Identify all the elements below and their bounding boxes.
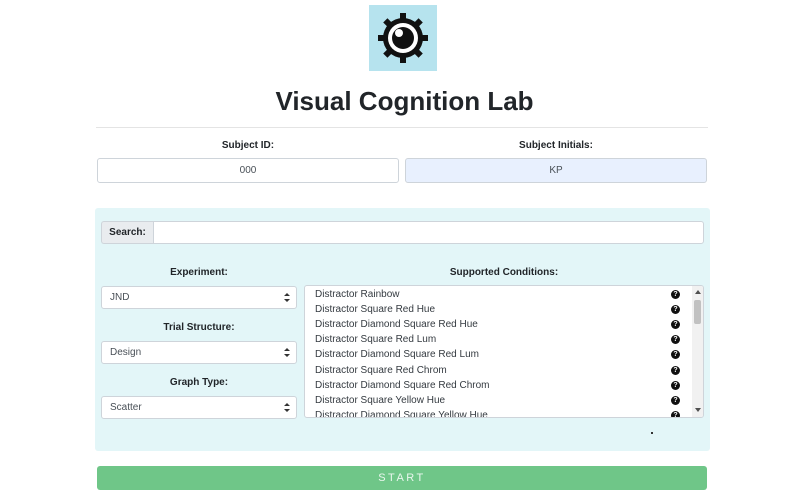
condition-item[interactable]: Distractor Diamond Square Yellow Hue xyxy=(315,410,488,417)
graph-type-label: Graph Type: xyxy=(169,377,229,388)
help-icon[interactable]: ? xyxy=(671,305,680,314)
experiment-label: Experiment: xyxy=(170,267,228,278)
select-caret-icon xyxy=(284,293,290,302)
condition-item[interactable]: Distractor Diamond Square Red Hue xyxy=(315,319,478,330)
supported-conditions-label: Supported Conditions: xyxy=(449,267,559,278)
help-icon[interactable]: ? xyxy=(671,366,680,375)
help-icon[interactable]: ? xyxy=(671,396,680,405)
condition-item[interactable]: Distractor Square Red Chrom xyxy=(315,365,447,376)
subject-initials-input[interactable] xyxy=(405,158,707,183)
condition-item[interactable]: Distractor Diamond Square Red Chrom xyxy=(315,380,490,391)
condition-item[interactable]: Distractor Square Red Lum xyxy=(315,334,436,345)
start-button[interactable]: START xyxy=(97,466,707,490)
eye-gear-icon xyxy=(378,13,428,63)
help-icon[interactable]: ? xyxy=(671,320,680,329)
help-icon[interactable]: ? xyxy=(671,335,680,344)
logo-image xyxy=(369,5,437,71)
experiment-select[interactable]: JND xyxy=(101,286,297,309)
decorative-dot xyxy=(651,432,653,434)
select-caret-icon xyxy=(284,403,290,412)
help-icon[interactable]: ? xyxy=(671,350,680,359)
condition-item[interactable]: Distractor Rainbow xyxy=(315,289,399,300)
trial-structure-selected: Design xyxy=(110,347,142,358)
subject-id-label: Subject ID: xyxy=(221,140,275,151)
title-divider xyxy=(96,127,708,128)
scrollbar-thumb[interactable] xyxy=(694,300,701,324)
scroll-up-icon[interactable] xyxy=(695,290,701,294)
help-icon[interactable]: ? xyxy=(671,290,680,299)
scroll-down-icon[interactable] xyxy=(695,408,701,412)
experiment-selected: JND xyxy=(110,292,130,303)
help-icon[interactable]: ? xyxy=(671,411,680,417)
search-input[interactable] xyxy=(153,221,704,244)
graph-type-select[interactable]: Scatter xyxy=(101,396,297,419)
help-icon[interactable]: ? xyxy=(671,381,680,390)
condition-item[interactable]: Distractor Square Red Hue xyxy=(315,304,435,315)
subject-id-input[interactable] xyxy=(97,158,399,183)
trial-structure-select[interactable]: Design xyxy=(101,341,297,364)
conditions-scrollbar[interactable] xyxy=(692,286,703,417)
conditions-list[interactable]: Distractor Rainbow ? Distractor Square R… xyxy=(304,285,704,418)
condition-item[interactable]: Distractor Square Yellow Hue xyxy=(315,395,445,406)
search-label: Search: xyxy=(101,221,153,244)
page-title: Visual Cognition Lab xyxy=(275,86,534,116)
graph-type-selected: Scatter xyxy=(110,402,142,413)
condition-item[interactable]: Distractor Diamond Square Red Lum xyxy=(315,349,479,360)
select-caret-icon xyxy=(284,348,290,357)
trial-structure-label: Trial Structure: xyxy=(163,322,235,333)
subject-initials-label: Subject Initials: xyxy=(519,140,593,151)
